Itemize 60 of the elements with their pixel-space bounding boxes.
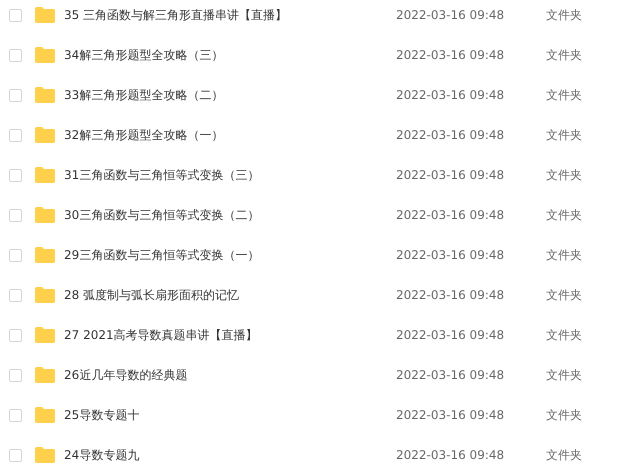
modified-date: 2022-03-16 09:48 [396, 328, 506, 342]
checkbox[interactable] [9, 368, 22, 382]
file-type: 文件夹 [546, 206, 582, 224]
file-type: 文件夹 [546, 46, 582, 64]
file-type: 文件夹 [546, 166, 582, 184]
file-name[interactable]: 31三角函数与三角恒等式变换（三） [64, 166, 394, 184]
folder-icon [35, 407, 55, 423]
file-name[interactable]: 33解三角形题型全攻略（二） [64, 86, 394, 104]
checkbox[interactable] [9, 408, 22, 422]
modified-date: 2022-03-16 09:48 [396, 248, 506, 262]
checkbox[interactable] [9, 328, 22, 342]
file-name[interactable]: 28 弧度制与弧长扇形面积的记忆 [64, 286, 394, 304]
folder-icon [35, 367, 55, 383]
checkbox[interactable] [9, 128, 22, 142]
file-name[interactable]: 24导数专题九 [64, 446, 394, 464]
modified-date: 2022-03-16 09:48 [396, 168, 506, 182]
file-name[interactable]: 27 2021高考导数真题串讲【直播】 [64, 326, 394, 344]
modified-date: 2022-03-16 09:48 [396, 48, 506, 62]
file-name[interactable]: 34解三角形题型全攻略（三） [64, 46, 394, 64]
file-name[interactable]: 32解三角形题型全攻略（一） [64, 126, 394, 144]
checkbox[interactable] [9, 168, 22, 182]
file-type: 文件夹 [546, 86, 582, 104]
checkbox[interactable] [9, 8, 22, 22]
file-name[interactable]: 25导数专题十 [64, 406, 394, 424]
checkbox[interactable] [9, 288, 22, 302]
file-type: 文件夹 [546, 246, 582, 264]
file-type: 文件夹 [546, 446, 582, 464]
file-name[interactable]: 26近几年导数的经典题 [64, 366, 394, 384]
modified-date: 2022-03-16 09:48 [396, 448, 506, 462]
file-type: 文件夹 [546, 326, 582, 344]
checkbox[interactable] [9, 448, 22, 462]
modified-date: 2022-03-16 09:48 [396, 88, 506, 102]
file-type: 文件夹 [546, 126, 582, 144]
folder-icon [35, 7, 55, 23]
folder-icon [35, 87, 55, 103]
folder-icon [35, 47, 55, 63]
file-type: 文件夹 [546, 6, 582, 24]
file-name[interactable]: 35 三角函数与解三角形直播串讲【直播】 [64, 6, 394, 24]
folder-icon [35, 167, 55, 183]
file-name[interactable]: 29三角函数与三角恒等式变换（一） [64, 246, 394, 264]
modified-date: 2022-03-16 09:48 [396, 368, 506, 382]
file-type: 文件夹 [546, 366, 582, 384]
modified-date: 2022-03-16 09:48 [396, 408, 506, 422]
folder-icon [35, 287, 55, 303]
folder-icon [35, 247, 55, 263]
checkbox[interactable] [9, 48, 22, 62]
checkbox[interactable] [9, 248, 22, 262]
folder-icon [35, 207, 55, 223]
folder-icon [35, 447, 55, 463]
modified-date: 2022-03-16 09:48 [396, 128, 506, 142]
modified-date: 2022-03-16 09:48 [396, 8, 506, 22]
folder-icon [35, 127, 55, 143]
file-name[interactable]: 30三角函数与三角恒等式变换（二） [64, 206, 394, 224]
checkbox[interactable] [9, 208, 22, 222]
modified-date: 2022-03-16 09:48 [396, 208, 506, 222]
checkbox[interactable] [9, 88, 22, 102]
file-type: 文件夹 [546, 406, 582, 424]
folder-icon [35, 327, 55, 343]
modified-date: 2022-03-16 09:48 [396, 288, 506, 302]
file-type: 文件夹 [546, 286, 582, 304]
